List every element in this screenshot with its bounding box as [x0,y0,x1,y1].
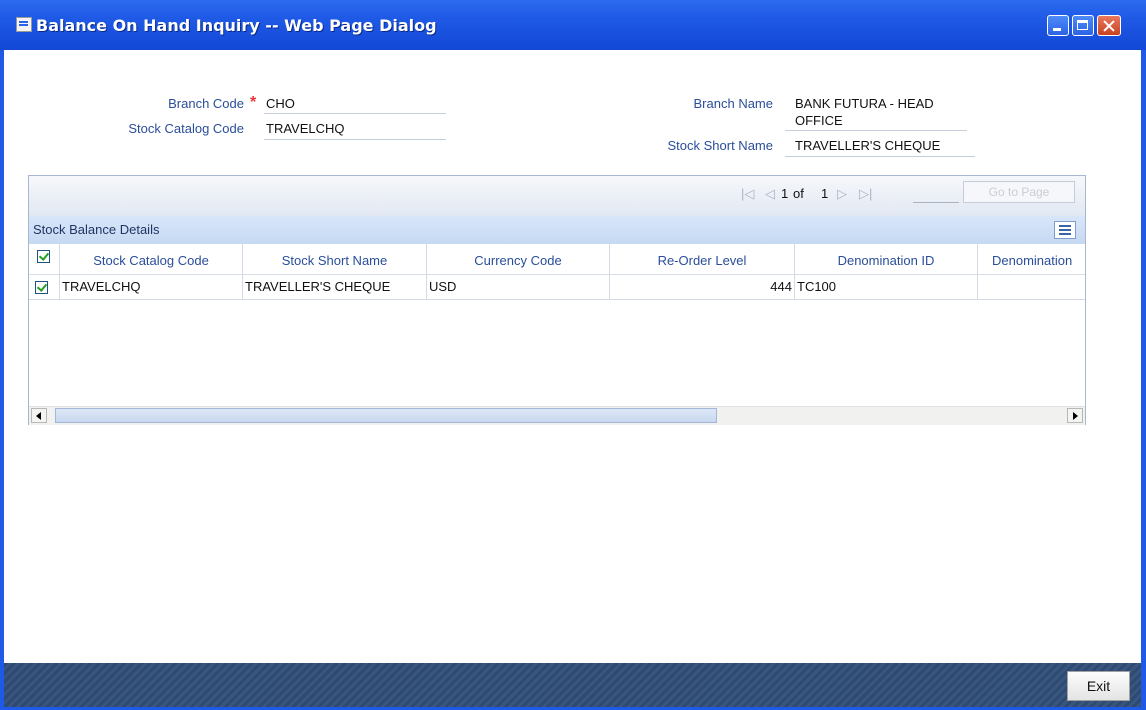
branch-code-field[interactable]: CHO [266,96,295,111]
cell-currency-code[interactable]: USD [427,275,610,300]
column-settings-icon[interactable] [1054,221,1076,239]
horizontal-scrollbar[interactable] [29,406,1085,425]
branch-name-label: Branch Name [693,96,773,111]
next-page-icon[interactable]: ▷ [837,186,847,202]
row-select-cell [29,275,60,300]
page-icon [16,17,32,32]
branch-code-underline [264,113,446,114]
dialog-window: Balance On Hand Inquiry -- Web Page Dial… [0,0,1146,710]
page-of-label: of [793,186,804,201]
col-header-denomination-id[interactable]: Denomination ID [795,244,978,274]
select-all-header [29,244,60,274]
goto-page-button[interactable]: Go to Page [963,181,1075,203]
current-page: 1 [781,186,789,201]
first-page-icon[interactable]: |◁ [741,186,754,202]
scroll-right-icon[interactable] [1067,408,1083,423]
total-pages: 1 [821,186,829,201]
window-frame-left [0,50,4,710]
col-header-stock-short-name[interactable]: Stock Short Name [243,244,427,274]
col-header-stock-catalog-code[interactable]: Stock Catalog Code [60,244,243,274]
cell-stock-catalog-code[interactable]: TRAVELCHQ [60,275,243,300]
branch-code-label: Branch Code [168,96,244,111]
row-checkbox[interactable] [35,281,48,294]
branch-name-field-line1[interactable]: BANK FUTURA - HEAD [795,96,934,111]
title-bar: Balance On Hand Inquiry -- Web Page Dial… [0,0,1146,50]
col-header-currency-code[interactable]: Currency Code [427,244,610,274]
last-page-icon[interactable]: ▷| [859,186,872,202]
cell-stock-short-name[interactable]: TRAVELLER'S CHEQUE [243,275,427,300]
select-all-checkbox[interactable] [37,250,50,263]
close-icon[interactable] [1097,15,1121,36]
cell-denomination-id[interactable]: TC100 [795,275,978,300]
branch-name-underline [785,130,967,131]
cell-reorder-level[interactable]: 444 [610,275,795,300]
col-header-denomination[interactable]: Denomination [978,244,1085,274]
stock-short-name-label: Stock Short Name [667,138,774,153]
cell-denomination[interactable] [978,275,1085,300]
required-marker: * [250,94,257,111]
col-header-reorder-level[interactable]: Re-Order Level [610,244,795,274]
footer-bar [4,663,1141,707]
stock-catalog-code-label: Stock Catalog Code [128,121,244,136]
maximize-icon[interactable] [1072,15,1094,36]
section-header: Stock Balance Details [29,216,1085,244]
scrollbar-thumb[interactable] [55,408,717,423]
window-frame-right [1141,50,1146,710]
stock-balance-grid: |◁ ◁ 1 of 1 ▷ ▷| Go to Page Stock Balanc… [28,175,1086,425]
prev-page-icon[interactable]: ◁ [765,186,775,202]
scroll-left-icon[interactable] [31,408,47,423]
window-title: Balance On Hand Inquiry -- Web Page Dial… [36,16,437,35]
stock-short-name-field[interactable]: TRAVELLER'S CHEQUE [795,138,940,153]
pager-bar: |◁ ◁ 1 of 1 ▷ ▷| Go to Page [29,176,1085,216]
minimize-icon[interactable] [1047,15,1069,36]
goto-page-input[interactable] [913,202,959,203]
stock-short-name-underline [785,156,975,157]
exit-button[interactable]: Exit [1067,671,1130,701]
stock-catalog-code-underline [264,139,446,140]
branch-name-field-line2[interactable]: OFFICE [795,113,843,128]
stock-catalog-code-field[interactable]: TRAVELCHQ [266,121,345,136]
section-title: Stock Balance Details [33,222,160,237]
